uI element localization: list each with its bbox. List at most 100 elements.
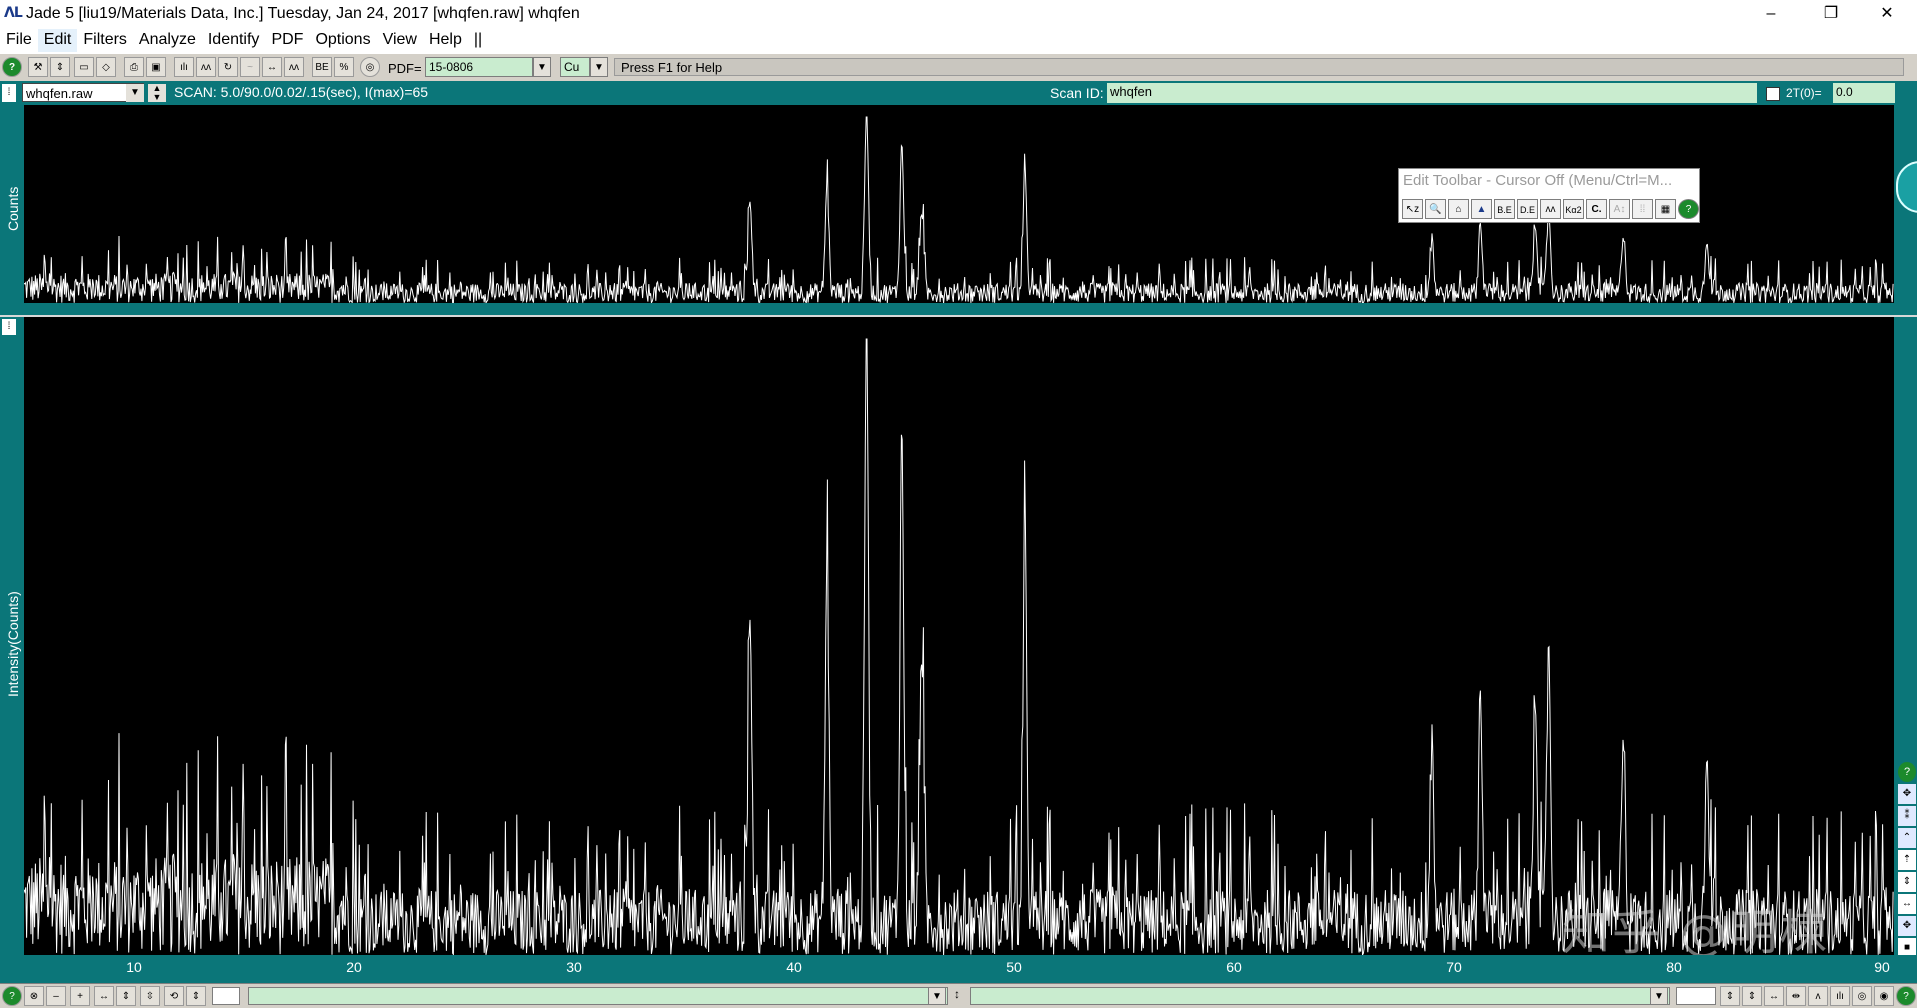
twotheta-field[interactable]: 0.0 bbox=[1833, 83, 1895, 103]
annotate-icon[interactable]: A↕ bbox=[1609, 199, 1630, 219]
menu-file[interactable]: File bbox=[0, 29, 38, 52]
peaks-icon[interactable]: ʌʌ bbox=[284, 57, 304, 77]
print-icon[interactable]: ⎙ bbox=[124, 57, 144, 77]
twotheta-checkbox[interactable] bbox=[1766, 87, 1780, 101]
x-tick-label: 40 bbox=[786, 959, 802, 975]
zoom-in-x-icon[interactable]: ✥ bbox=[1898, 784, 1916, 804]
status-help2-icon[interactable]: ? bbox=[1896, 986, 1916, 1006]
scan-id-field[interactable]: whqfen bbox=[1107, 83, 1757, 103]
pattern-icon[interactable]: ʌʌ bbox=[196, 57, 216, 77]
status-right-dropdown-icon[interactable]: ▼ bbox=[1650, 987, 1668, 1005]
menu-options[interactable]: Options bbox=[309, 29, 376, 52]
help-icon[interactable]: ? bbox=[2, 57, 22, 77]
status-left-dropdown-icon[interactable]: ▼ bbox=[928, 987, 946, 1005]
scale-y-icon[interactable]: ⇳ bbox=[140, 986, 160, 1006]
globe-icon[interactable]: ◎ bbox=[360, 57, 380, 77]
markers-icon[interactable]: ⁞⁞ bbox=[1632, 199, 1653, 219]
app-logo-icon: ΛL bbox=[4, 5, 23, 21]
menu-help[interactable]: Help bbox=[423, 29, 468, 52]
select-zoom-icon[interactable]: ↖z bbox=[1402, 199, 1423, 219]
magnify-icon[interactable]: 🔍 bbox=[1425, 199, 1446, 219]
scale-up-icon[interactable]: ⇡ bbox=[1898, 850, 1916, 870]
plus-icon[interactable]: + bbox=[70, 986, 90, 1006]
status-bar: ? ⊗ – + ↔ ⇕ ⇳ ⟲ ⇕ ▼ ↕ ▼ ⇕ ⇕ ↔ ⇹ ʌ ılı ◎ … bbox=[0, 983, 1917, 1008]
status-field-value[interactable] bbox=[1676, 987, 1716, 1005]
nav-updown2-icon[interactable]: ⇕ bbox=[1742, 986, 1762, 1006]
nav-bars-icon[interactable]: ılı bbox=[1830, 986, 1850, 1006]
kalpha2-icon[interactable]: Kα2 bbox=[1563, 199, 1584, 219]
main-panel-toggle-icon[interactable]: ⁞ bbox=[2, 319, 16, 335]
pdf-dropdown-arrow-icon[interactable]: ▼ bbox=[533, 57, 551, 77]
menu-view[interactable]: View bbox=[377, 29, 423, 52]
data-edit-icon[interactable]: D.E bbox=[1517, 199, 1538, 219]
nav-shift-icon[interactable]: ⇹ bbox=[1786, 986, 1806, 1006]
menu-filters[interactable]: Filters bbox=[77, 29, 133, 52]
minimize-button[interactable]: – bbox=[1748, 2, 1794, 26]
edit-toolbar-window[interactable]: Edit Toolbar - Cursor Off (Menu/Ctrl=M..… bbox=[1398, 168, 1700, 223]
panel-toggle-icon[interactable]: ⁞ bbox=[2, 84, 16, 102]
open-folder-icon[interactable]: ▭ bbox=[74, 57, 94, 77]
right-help-icon[interactable]: ? bbox=[1898, 762, 1916, 782]
scroll-up-icon[interactable]: ⌃ bbox=[1898, 828, 1916, 848]
menu-separator: || bbox=[473, 31, 483, 48]
nav-up-down-icon[interactable]: ⇕ bbox=[1720, 986, 1740, 1006]
expand-y-icon[interactable]: ⇕ bbox=[116, 986, 136, 1006]
radiation-dropdown-arrow-icon[interactable]: ▼ bbox=[590, 57, 608, 77]
restore-button[interactable]: ❐ bbox=[1808, 2, 1854, 26]
nav-left-right-icon[interactable]: ↔ bbox=[1764, 986, 1784, 1006]
radiation-field[interactable]: Cu bbox=[560, 57, 590, 77]
file-spinner-icon[interactable]: ▲ ▼ bbox=[148, 84, 166, 102]
side-gauge-icon bbox=[1896, 161, 1917, 213]
menu-analyze[interactable]: Analyze bbox=[133, 29, 202, 52]
x-tick-label: 30 bbox=[566, 959, 582, 975]
expand-icon[interactable]: ↔ bbox=[262, 57, 282, 77]
file-dropdown-arrow-icon[interactable]: ▼ bbox=[126, 84, 144, 102]
nav-peaks-icon[interactable]: ʌ bbox=[1808, 986, 1828, 1006]
window-title: Jade 5 [liu19/Materials Data, Inc.] Tues… bbox=[26, 5, 580, 22]
peak-search-icon[interactable]: ʌʌ bbox=[1540, 199, 1561, 219]
main-pattern-plot[interactable] bbox=[24, 317, 1894, 955]
centroid-icon[interactable]: C. bbox=[1586, 199, 1607, 219]
pan-icon[interactable]: ✥ bbox=[1898, 916, 1916, 936]
twotheta-label: 2T(0)= bbox=[1786, 86, 1822, 100]
status-help-icon[interactable]: ? bbox=[2, 986, 22, 1006]
status-field-left[interactable] bbox=[248, 987, 948, 1005]
x-tick-label: 10 bbox=[126, 959, 142, 975]
status-field-right[interactable] bbox=[970, 987, 1670, 1005]
be-icon[interactable]: BE bbox=[312, 57, 332, 77]
updown-arrows-icon[interactable]: ⇕ bbox=[50, 57, 70, 77]
percent-icon[interactable]: % bbox=[334, 57, 354, 77]
fit-icon[interactable]: ⇕ bbox=[186, 986, 206, 1006]
scan-tool-icon[interactable]: ⚒ bbox=[28, 57, 48, 77]
grid-icon[interactable]: ▦ bbox=[1655, 199, 1676, 219]
expand-x-icon[interactable]: ↔ bbox=[94, 986, 114, 1006]
zoom-out-x-icon[interactable]: ⁑ bbox=[1898, 806, 1916, 826]
erase-icon[interactable]: ◇ bbox=[96, 57, 116, 77]
close-button[interactable]: ✕ bbox=[1864, 2, 1910, 26]
smooth-icon[interactable]: ~ bbox=[240, 57, 260, 77]
splitter-icon[interactable]: ↕ bbox=[954, 987, 960, 1001]
edit-toolbar-title[interactable]: Edit Toolbar - Cursor Off (Menu/Ctrl=M..… bbox=[1403, 172, 1672, 189]
menu-edit[interactable]: Edit bbox=[37, 29, 78, 52]
status-field-small[interactable] bbox=[212, 987, 240, 1005]
pdf-number-field[interactable]: 15-0806 bbox=[425, 57, 533, 77]
nav-record-icon[interactable]: ◉ bbox=[1874, 986, 1894, 1006]
menu-identify[interactable]: Identify bbox=[202, 29, 266, 52]
minus-icon[interactable]: – bbox=[46, 986, 66, 1006]
background-icon[interactable]: ⌂ bbox=[1448, 199, 1469, 219]
save-icon[interactable]: ▣ bbox=[146, 57, 166, 77]
edit-help-icon[interactable]: ? bbox=[1678, 199, 1699, 219]
rescale-icon[interactable]: ⟲ bbox=[164, 986, 184, 1006]
x-axis: 10 20 30 40 50 60 70 80 90 bbox=[0, 955, 1917, 983]
nav-target-icon[interactable]: ◎ bbox=[1852, 986, 1872, 1006]
background-edit-icon[interactable]: B.E bbox=[1494, 199, 1515, 219]
x-tick-label: 60 bbox=[1226, 959, 1242, 975]
watermark: 知乎 @明楝 bbox=[1562, 905, 1830, 961]
menu-pdf[interactable]: PDF bbox=[265, 29, 309, 52]
peak-bars-icon[interactable]: ılı bbox=[174, 57, 194, 77]
scale-leftright-icon[interactable]: ↔ bbox=[1898, 894, 1916, 914]
refresh-icon[interactable]: ↻ bbox=[218, 57, 238, 77]
scale-updown-icon[interactable]: ⇕ bbox=[1898, 872, 1916, 892]
zoom-reset-icon[interactable]: ⊗ bbox=[24, 986, 44, 1006]
peak-fill-icon[interactable]: ▲ bbox=[1471, 199, 1492, 219]
